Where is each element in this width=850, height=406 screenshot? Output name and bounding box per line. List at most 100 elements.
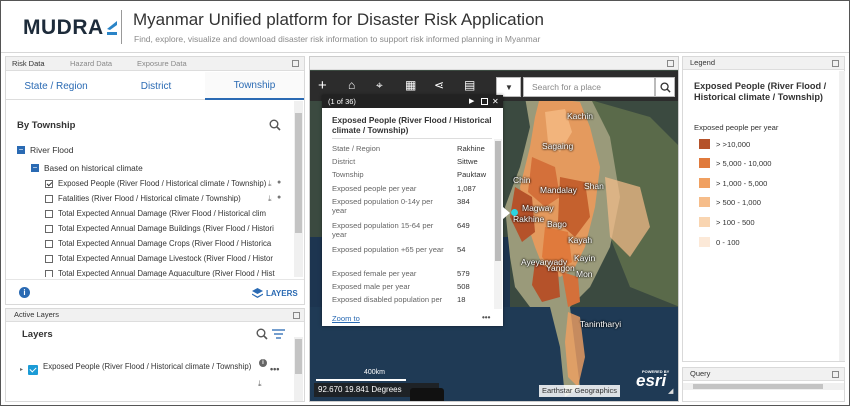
locate-icon[interactable]: ⌖ xyxy=(376,78,383,93)
tree-item[interactable]: Total Expected Annual Damage Buildings (… xyxy=(45,222,274,235)
zoom-to-link[interactable]: Zoom to xyxy=(332,314,360,323)
download-icon[interactable]: ⤓ xyxy=(268,179,272,189)
legend-item: 0 - 100 xyxy=(699,236,740,248)
home-icon[interactable]: ⌂ xyxy=(348,78,355,92)
popup-field-value: Pauktaw xyxy=(457,170,487,179)
map-label: Rakhine xyxy=(513,214,545,224)
tab-district[interactable]: District xyxy=(106,72,206,100)
tree-subgroup-historical[interactable]: − Based on historical climate xyxy=(31,161,143,174)
tab-exposure-data[interactable]: Exposure Data xyxy=(137,59,187,68)
more-options-icon[interactable]: ••• xyxy=(270,364,279,374)
search-icon[interactable] xyxy=(256,328,268,340)
popup-field-label: Exposed population 0-14y per year xyxy=(332,197,433,215)
active-layers-scrollbar[interactable] xyxy=(294,337,303,401)
feature-popup[interactable]: (1 of 36) ▶ ✕ Exposed People (River Floo… xyxy=(322,95,503,326)
layer-checkbox[interactable] xyxy=(45,254,53,263)
more-options-icon[interactable]: ••• xyxy=(482,313,490,322)
legend-item: > >10,000 xyxy=(699,138,750,150)
layer-checkbox[interactable] xyxy=(45,239,53,248)
expand-icon[interactable]: ◢ xyxy=(668,387,673,395)
print-icon[interactable]: ▤ xyxy=(464,78,475,92)
info-icon[interactable]: i xyxy=(259,359,267,367)
layer-checkbox[interactable] xyxy=(45,224,53,233)
map-label: Sagaing xyxy=(542,141,574,151)
layer-checkbox[interactable] xyxy=(45,194,53,203)
data-type-tabs: Risk Data Hazard Data Exposure Data xyxy=(6,57,304,71)
tree-item-label: Fatalities (River Flood / Historical cli… xyxy=(58,194,241,203)
next-feature-icon[interactable]: ▶ xyxy=(469,95,474,108)
download-icon[interactable]: ⤓ xyxy=(268,194,272,204)
map-view[interactable]: + ⌂ ⌖ ▦ ⋖ ▤ ▼ Search for a place Kachin … xyxy=(309,56,679,402)
place-search-button[interactable] xyxy=(655,77,675,97)
map-label: Kayah xyxy=(568,235,593,245)
legend-scrollbar[interactable] xyxy=(839,71,845,361)
tree-item[interactable]: Total Expected Annual Damage (River Floo… xyxy=(45,207,266,220)
search-icon[interactable] xyxy=(269,119,281,131)
header-divider xyxy=(121,10,122,44)
tab-township[interactable]: Township xyxy=(205,72,304,100)
popup-field-label: Exposed disabled population per year xyxy=(332,295,443,305)
overview-map-toggle[interactable] xyxy=(410,388,444,401)
search-source-dropdown[interactable]: ▼ xyxy=(496,77,521,97)
place-search-input[interactable]: Search for a place xyxy=(523,77,655,97)
tree-item[interactable]: Fatalities (River Flood / Historical cli… xyxy=(45,192,241,205)
scale-line xyxy=(316,379,406,381)
maximize-icon[interactable] xyxy=(292,60,299,67)
maximize-icon[interactable] xyxy=(667,60,674,67)
info-icon[interactable]: ● xyxy=(277,194,281,201)
map-label: Kachin xyxy=(567,111,593,121)
layers-button[interactable]: LAYERS xyxy=(252,288,298,298)
filter-list-icon[interactable] xyxy=(272,328,285,340)
tab-hazard-data[interactable]: Hazard Data xyxy=(70,59,112,68)
maximize-icon[interactable] xyxy=(293,312,300,319)
app-title: Myanmar Unified platform for Disaster Ri… xyxy=(133,10,544,29)
scroll-thumb[interactable] xyxy=(295,113,302,233)
download-icon[interactable]: ⤓ xyxy=(258,379,262,389)
zoom-in-icon[interactable]: + xyxy=(318,77,327,94)
popup-field-label: Exposed population 15-64 per year xyxy=(332,221,434,239)
tree-item[interactable]: Total Expected Annual Damage Livestock (… xyxy=(45,252,273,265)
active-layer-label: Exposed People (River Flood / Historical… xyxy=(43,362,252,371)
tree-item-label: Total Expected Annual Damage Crops (Rive… xyxy=(58,239,272,248)
tree-item[interactable]: Total Expected Annual Damage Aquaculture… xyxy=(45,267,275,277)
expand-arrow-icon[interactable]: ▸ xyxy=(20,366,23,373)
popup-field-value: 579 xyxy=(457,269,470,278)
collapse-icon[interactable]: − xyxy=(17,145,25,154)
popup-pointer xyxy=(503,207,510,219)
close-icon[interactable]: ✕ xyxy=(492,95,499,108)
chevron-down-icon: ▼ xyxy=(505,83,513,92)
layer-checkbox[interactable] xyxy=(45,179,53,188)
popup-field-label: District xyxy=(332,157,356,166)
maximize-icon[interactable] xyxy=(832,60,839,67)
query-scrollbar[interactable] xyxy=(683,383,844,390)
layer-visible-checkbox[interactable] xyxy=(28,365,38,375)
tab-risk-data[interactable]: Risk Data xyxy=(12,59,45,68)
legend-item-label: > 5,000 - 10,000 xyxy=(716,158,772,168)
scroll-thumb[interactable] xyxy=(693,384,823,389)
legend-panel: Legend Exposed People (River Flood / His… xyxy=(682,56,845,362)
layer-checkbox[interactable] xyxy=(45,209,53,218)
popup-divider xyxy=(332,138,492,139)
legend-layer-title: Exposed People (River Flood / Historical… xyxy=(694,81,827,102)
app-header: MUDRA Myanmar Unified platform for Disas… xyxy=(1,1,849,53)
scroll-thumb[interactable] xyxy=(295,339,302,374)
tree-group-river-flood[interactable]: − River Flood xyxy=(17,143,73,156)
tree-scrollbar[interactable] xyxy=(294,101,303,277)
tab-state-region[interactable]: State / Region xyxy=(6,72,106,100)
app-logo[interactable]: MUDRA xyxy=(23,16,117,40)
layer-checkbox[interactable] xyxy=(45,269,53,277)
legend-swatch xyxy=(699,178,710,188)
app-subtitle: Find, explore, visualize and download di… xyxy=(134,34,541,44)
share-icon[interactable]: ⋖ xyxy=(434,78,444,92)
collapse-icon[interactable]: − xyxy=(31,163,39,172)
info-icon[interactable]: ● xyxy=(277,179,281,186)
info-icon[interactable]: i xyxy=(19,287,30,298)
tree-item[interactable]: Exposed People (River Flood / Historical… xyxy=(45,177,266,190)
popup-scroll-thumb[interactable] xyxy=(495,141,501,261)
dock-popup-icon[interactable] xyxy=(481,98,488,105)
map-label: Chin xyxy=(513,175,531,185)
query-header[interactable]: Query xyxy=(683,368,844,381)
basemap-gallery-icon[interactable]: ▦ xyxy=(405,78,416,92)
maximize-icon[interactable] xyxy=(832,371,839,378)
tree-item[interactable]: Total Expected Annual Damage Crops (Rive… xyxy=(45,237,271,250)
